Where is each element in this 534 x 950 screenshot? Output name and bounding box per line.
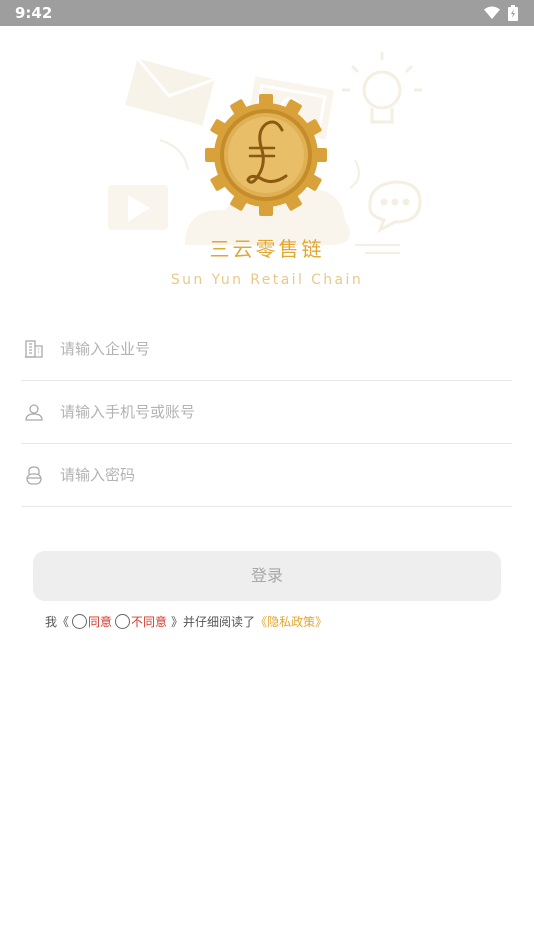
battery-icon <box>508 5 518 21</box>
privacy-policy-link[interactable]: 《隐私政策》 <box>255 613 327 630</box>
agreement-prefix: 我《 <box>45 614 70 629</box>
user-icon <box>25 404 43 421</box>
disagree-label[interactable]: 不同意 <box>131 613 167 630</box>
status-time: 9:42 <box>15 4 53 22</box>
password-input[interactable] <box>60 460 500 490</box>
agreement-middle: 》并仔细阅读了 <box>171 614 256 629</box>
play-video-icon <box>108 185 168 230</box>
chat-bubble-icon <box>368 180 422 234</box>
lock-icon <box>26 466 42 485</box>
status-bar: 9:42 <box>0 0 534 26</box>
agree-radio[interactable] <box>72 613 88 629</box>
wifi-icon <box>484 6 500 19</box>
building-icon <box>25 340 43 358</box>
account-input[interactable] <box>60 397 500 427</box>
enterprise-field <box>22 318 512 381</box>
login-button[interactable]: 登录 <box>33 551 501 601</box>
agreement-row: 我《 同意 不同意 》并仔细阅读了 《隐私政策》 <box>45 612 327 630</box>
disagree-radio[interactable] <box>115 613 131 629</box>
brand-subtitle: Sun Yun Retail Chain <box>170 272 364 288</box>
agree-label[interactable]: 同意 <box>88 613 112 630</box>
brand-name: 三云零售链 <box>209 237 325 261</box>
envelope-icon <box>125 57 216 126</box>
account-field <box>22 381 512 444</box>
enterprise-input[interactable] <box>60 334 500 364</box>
password-field <box>22 444 512 507</box>
lightbulb-icon <box>342 52 422 124</box>
